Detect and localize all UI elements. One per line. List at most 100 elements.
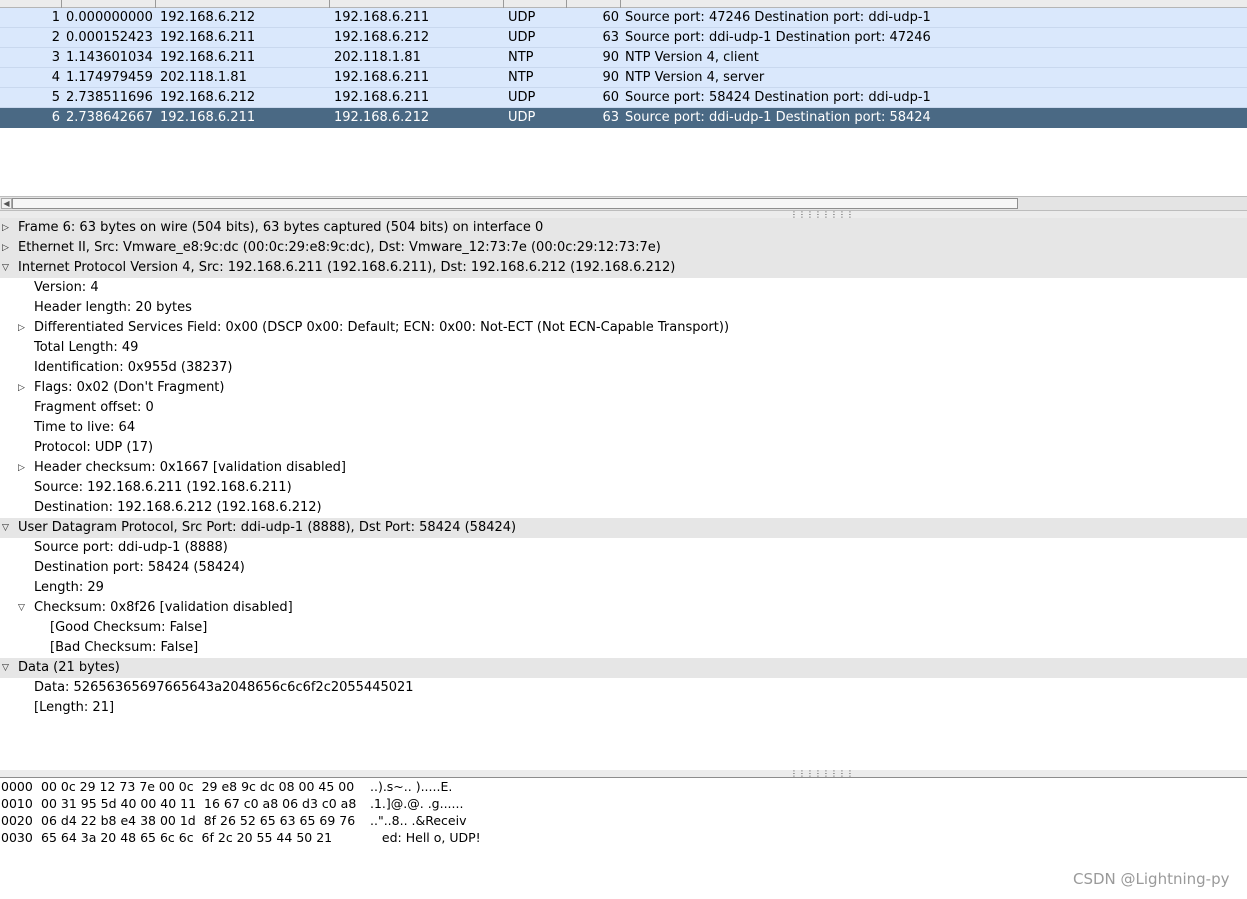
packet-length-cell: 63 [602,110,619,125]
triangle-right-icon[interactable]: ▷ [2,238,14,258]
tree-node[interactable]: Time to live: 64 [0,418,1247,438]
packet-info-cell: Source port: 58424 Destination port: ddi… [625,90,931,105]
tree-node-label: Flags: 0x02 (Don't Fragment) [34,380,225,395]
tree-node[interactable]: ▽ User Datagram Protocol, Src Port: ddi-u… [0,518,1247,538]
tree-node-label: Length: 29 [34,580,104,595]
tree-node[interactable]: ▽ Internet Protocol Version 4, Src: 192.1… [0,258,1247,278]
tree-node-label: Source: 192.168.6.211 (192.168.6.211) [34,480,292,495]
triangle-right-icon[interactable]: ▷ [2,218,14,238]
hex-offset: 0030 [1,830,33,845]
hex-ascii: ..).s~.. ).....E. [370,779,453,794]
splitter-grip-icon: ⋮⋮⋮⋮⋮⋮⋮⋮ [790,769,854,778]
hex-offset: 0010 [1,796,33,811]
tree-node-label: Time to live: 64 [34,420,136,435]
tree-node[interactable]: [Bad Checksum: False] [0,638,1247,658]
tree-node[interactable]: ▽ Checksum: 0x8f26 [validation disabled] [0,598,1247,618]
packet-bytes-pane: 0000 00 0c 29 12 73 7e 00 0c 29 e8 9c dc … [0,778,1247,899]
tree-node-label: Differentiated Services Field: 0x00 (DSC… [34,320,730,335]
hex-offset: 0020 [1,813,33,828]
column-header-length[interactable] [567,0,621,8]
column-header-bar [0,0,1247,8]
packet-length-cell: 90 [602,70,619,85]
tree-node[interactable]: Data: 52656365697665643a2048656c6c6f2c20… [0,678,1247,698]
hex-ascii: .1.]@.@. .g...... [370,796,464,811]
tree-node-label: Header length: 20 bytes [34,300,192,315]
triangle-down-icon[interactable]: ▽ [2,658,14,678]
packet-list-horizontal-scrollbar[interactable]: ◀ [0,196,1247,211]
tree-node-label: Source port: ddi-udp-1 (8888) [34,540,228,555]
tree-node-label: [Good Checksum: False] [50,620,208,635]
tree-node-label: [Bad Checksum: False] [50,640,199,655]
hex-bytes: 06 d4 22 b8 e4 38 00 1d 8f 26 52 65 63 6… [41,813,356,828]
column-header-source[interactable] [156,0,330,8]
hex-ascii: .."..8.. .&Receiv [370,813,467,828]
tree-node[interactable]: ▽ Data (21 bytes) [0,658,1247,678]
tree-node[interactable]: Source: 192.168.6.211 (192.168.6.211) [0,478,1247,498]
tree-node[interactable]: ▷ Ethernet II, Src: Vmware_e8:9c:dc (00:0… [0,238,1247,258]
triangle-down-icon[interactable]: ▽ [18,598,30,618]
scroll-left-arrow-icon[interactable]: ◀ [1,198,12,209]
column-header-info[interactable] [621,0,1247,8]
tree-node[interactable]: Destination port: 58424 (58424) [0,558,1247,578]
column-header-time[interactable] [62,0,156,8]
tree-node[interactable]: ▷ Differentiated Services Field: 0x00 (DS… [0,318,1247,338]
tree-node[interactable]: ▷ Frame 6: 63 bytes on wire (504 bits), 6… [0,218,1247,238]
hex-offset: 0000 [1,779,33,794]
packet-length-cell: 60 [602,90,619,105]
packet-row[interactable]: 1 0.000000000 192.168.6.212 192.168.6.211 UD… [0,8,1247,28]
hex-bytes: 65 64 3a 20 48 65 6c 6c 6f 2c 20 55 44 5… [41,830,333,845]
tree-node[interactable]: ▷ Flags: 0x02 (Don't Fragment) [0,378,1247,398]
tree-node[interactable]: Protocol: UDP (17) [0,438,1247,458]
tree-node-label: Data (21 bytes) [18,660,120,675]
triangle-right-icon[interactable]: ▷ [18,318,30,338]
tree-node-label: Ethernet II, Src: Vmware_e8:9c:dc (00:0c… [18,240,661,255]
packet-details-tree: ▷ Frame 6: 63 bytes on wire (504 bits), 6… [0,218,1247,770]
hex-bytes: 00 0c 29 12 73 7e 00 0c 29 e8 9c dc 08 0… [41,779,355,794]
tree-node[interactable]: Length: 29 [0,578,1247,598]
packet-length-cell: 63 [602,30,619,45]
packet-info-cell: NTP Version 4, client [625,50,759,65]
packet-info-cell: Source port: 47246 Destination port: ddi… [625,10,931,25]
tree-node[interactable]: Source port: ddi-udp-1 (8888) [0,538,1247,558]
packet-row[interactable]: 4 1.174979459 202.118.1.81 192.168.6.211 NTP… [0,68,1247,88]
tree-node-label: Protocol: UDP (17) [34,440,154,455]
tree-node-label: [Length: 21] [34,700,115,715]
packet-row[interactable]: 3 1.143601034 192.168.6.211 202.118.1.81 NTP… [0,48,1247,68]
packet-info-cell: NTP Version 4, server [625,70,765,85]
tree-node[interactable]: [Length: 21] [0,698,1247,718]
tree-node-label: Destination port: 58424 (58424) [34,560,245,575]
tree-node-label: Fragment offset: 0 [34,400,154,415]
tree-node[interactable]: [Good Checksum: False] [0,618,1247,638]
tree-node[interactable]: Fragment offset: 0 [0,398,1247,418]
tree-node[interactable]: ▷ Header checksum: 0x1667 [validation dis… [0,458,1247,478]
hex-ascii: ed: Hell o, UDP! [370,830,481,845]
tree-node[interactable]: Identification: 0x955d (38237) [0,358,1247,378]
tree-node-label: Total Length: 49 [34,340,139,355]
triangle-right-icon[interactable]: ▷ [18,458,30,478]
triangle-down-icon[interactable]: ▽ [2,258,14,278]
tree-node[interactable]: Total Length: 49 [0,338,1247,358]
tree-node-label: Data: 52656365697665643a2048656c6c6f2c20… [34,680,414,695]
tree-node-label: Header checksum: 0x1667 [validation disa… [34,460,346,475]
pane-splitter-bottom[interactable]: ⋮⋮⋮⋮⋮⋮⋮⋮ [0,770,1247,778]
hex-bytes: 00 31 95 5d 40 00 40 11 16 67 c0 a8 06 d… [41,796,357,811]
tree-node[interactable]: Destination: 192.168.6.212 (192.168.6.21… [0,498,1247,518]
scrollbar-thumb[interactable] [12,198,1018,209]
triangle-down-icon[interactable]: ▽ [2,518,14,538]
packet-row[interactable]: 5 2.738511696 192.168.6.212 192.168.6.211 UD… [0,88,1247,108]
tree-node-label: Identification: 0x955d (38237) [34,360,233,375]
packet-list-pane: 1 0.000000000 192.168.6.212 192.168.6.211 UD… [0,0,1247,196]
watermark: CSDN @Lightning-py [1073,870,1230,888]
tree-node-label: Destination: 192.168.6.212 (192.168.6.21… [34,500,322,515]
triangle-right-icon[interactable]: ▷ [18,378,30,398]
packet-row[interactable]: 2 0.000152423 192.168.6.211 192.168.6.212 UD… [0,28,1247,48]
packet-row[interactable]: 6 2.738642667 192.168.6.211 192.168.6.212 UD… [0,108,1247,128]
tree-node[interactable]: Version: 4 [0,278,1247,298]
tree-node[interactable]: Header length: 20 bytes [0,298,1247,318]
column-header-protocol[interactable] [504,0,567,8]
packet-info-cell: Source port: ddi-udp-1 Destination port:… [625,30,931,45]
column-header-no[interactable] [0,0,62,8]
tree-node-label: User Datagram Protocol, Src Port: ddi-ud… [18,520,517,535]
column-header-destination[interactable] [330,0,504,8]
tree-node-label: Checksum: 0x8f26 [validation disabled] [34,600,293,615]
